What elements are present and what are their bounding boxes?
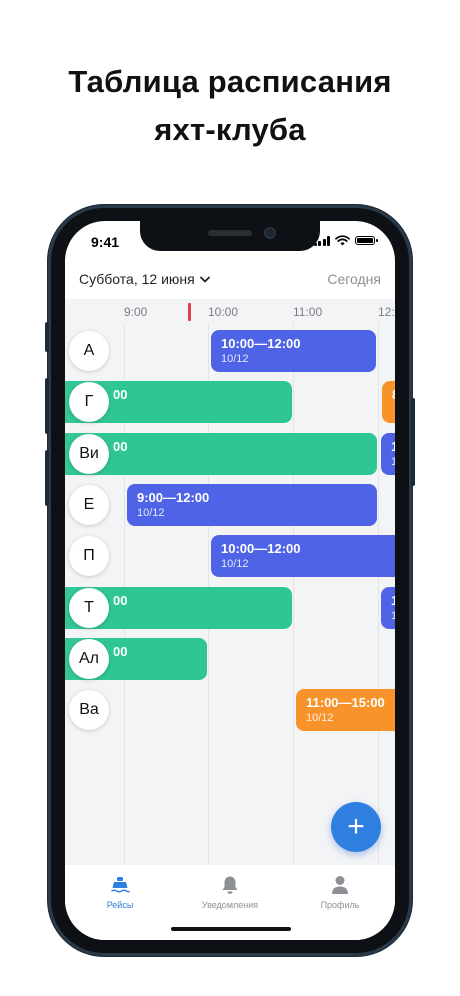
booking-time: 11:00—15:00 [306, 695, 385, 710]
power-button [411, 398, 415, 486]
hour-label: 9:00 [124, 305, 148, 319]
booking-time: 00 [113, 593, 128, 608]
booking-time: 00 [113, 644, 128, 659]
tab-notifications-label: Уведомления [201, 900, 259, 910]
booking-block[interactable]: 10:00—12:00 10/12 [211, 535, 395, 577]
booking-block[interactable]: 10:00—12:00 10/12 [211, 330, 376, 372]
hour-grid-line [378, 323, 379, 864]
hour-label: 11:00 [293, 305, 323, 319]
boat-avatar[interactable]: А [69, 331, 109, 371]
ship-icon [111, 877, 130, 893]
mute-switch [45, 322, 49, 352]
booking-time: 00 [113, 387, 128, 402]
tab-trips-label: Рейсы [106, 900, 134, 910]
tab-trips[interactable]: Рейсы [65, 873, 175, 910]
today-button[interactable]: Сегодня [327, 271, 381, 287]
hour-grid-line [293, 323, 294, 864]
current-time-indicator [188, 303, 191, 321]
booking-date: 10/12 [221, 353, 249, 365]
add-booking-button[interactable]: + [331, 802, 381, 852]
booking-time: 10:00—12:00 [221, 336, 301, 351]
camera [264, 227, 276, 239]
booking-block[interactable]: 9:00—12:00 10/12 [127, 484, 377, 526]
tab-bar: Рейсы Уведомления Профиль [65, 864, 395, 940]
booking-time: 9:00—12:00 [137, 490, 210, 505]
booking-time: 8 [392, 386, 395, 403]
headline-line-2: яхт-клуба [154, 112, 306, 147]
booking-block[interactable]: 11 [381, 433, 395, 475]
booking-date: 10/12 [306, 712, 334, 724]
booking-date: 1 [391, 456, 395, 468]
booking-date: 1 [391, 610, 395, 622]
status-icons [313, 235, 378, 246]
booking-block[interactable]: 11:00—15:00 10/12 [296, 689, 395, 731]
wifi-icon [335, 235, 350, 246]
tab-profile-label: Профиль [320, 900, 360, 910]
speaker [208, 230, 252, 236]
boat-avatar[interactable]: Ал [69, 639, 109, 679]
boat-avatar[interactable]: П [69, 536, 109, 576]
volume-down-button [45, 450, 49, 506]
notch [140, 221, 320, 251]
promo-headline: Таблица расписания яхт-клуба [0, 58, 460, 154]
booking-date: 10/12 [221, 558, 249, 570]
booking-date: 10/12 [137, 507, 165, 519]
hour-label: 12: [378, 305, 395, 319]
boat-avatar[interactable]: Ви [69, 434, 109, 474]
tab-profile[interactable]: Профиль [285, 873, 395, 910]
bell-icon [222, 876, 238, 894]
home-indicator [171, 927, 291, 931]
volume-up-button [45, 378, 49, 434]
boat-avatar[interactable]: Т [69, 588, 109, 628]
booking-time: 1 [391, 439, 395, 454]
tab-notifications[interactable]: Уведомления [175, 873, 285, 910]
booking-block[interactable]: 8 [382, 381, 395, 423]
booking-time: 10:00—12:00 [221, 541, 301, 556]
chevron-down-icon [199, 276, 210, 283]
date-picker[interactable]: Суббота, 12 июня [79, 271, 210, 287]
booking-block[interactable]: 11 [381, 587, 395, 629]
boat-avatar[interactable]: Е [69, 485, 109, 525]
battery-icon [355, 236, 378, 245]
hour-label: 10:00 [208, 305, 239, 319]
status-time: 9:41 [91, 234, 120, 250]
date-label: Суббота, 12 июня [79, 271, 195, 287]
headline-line-1: Таблица расписания [68, 64, 392, 99]
schedule-timeline[interactable]: 9:0010:0011:0012:10:00—12:0010/120080011… [65, 299, 395, 864]
app-screen: 9:41 Суббота, 12 июня Сегодня 9:00 10:00 1… [65, 221, 395, 940]
booking-time: 00 [113, 439, 128, 454]
person-icon [332, 876, 348, 894]
boat-avatar[interactable]: Г [69, 382, 109, 422]
booking-time: 1 [391, 593, 395, 608]
boat-avatar[interactable]: Ва [69, 690, 109, 730]
